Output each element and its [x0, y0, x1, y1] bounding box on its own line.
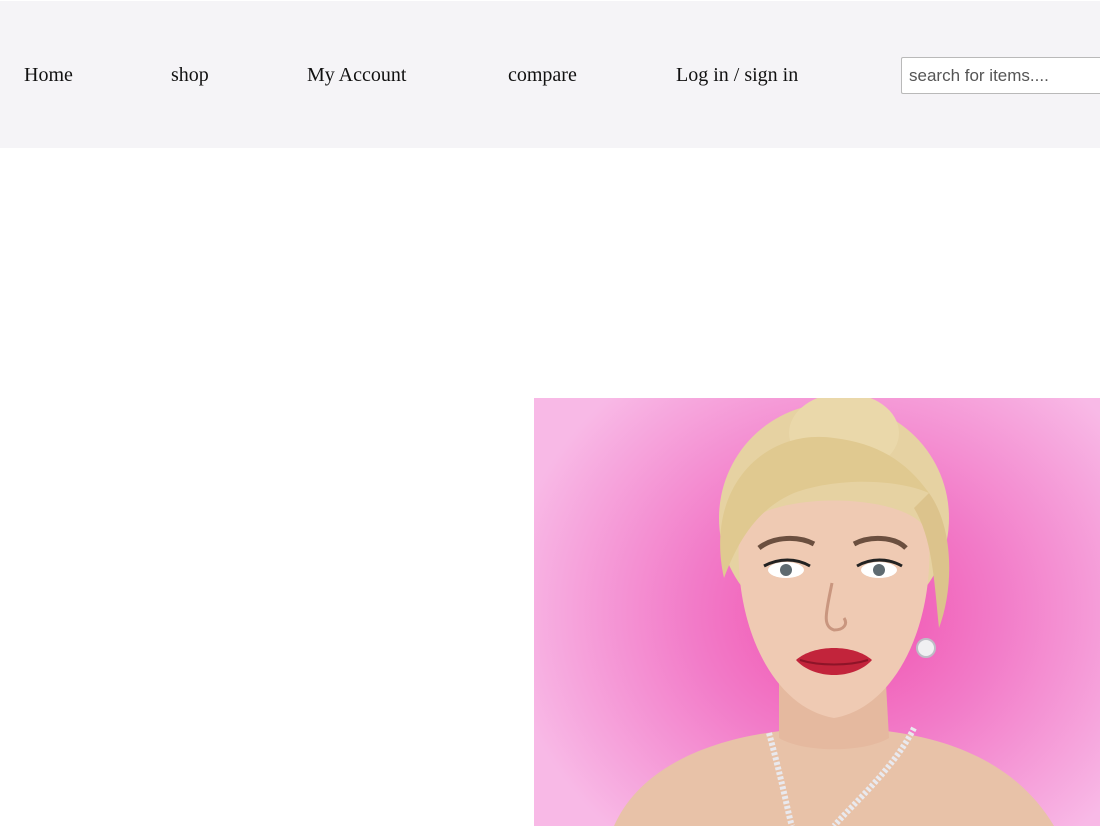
search-input[interactable]	[901, 57, 1100, 94]
nav-link-home[interactable]: Home	[24, 62, 73, 88]
nav-link-login-signin[interactable]: Log in / sign in	[676, 62, 798, 88]
nav-link-my-account[interactable]: My Account	[307, 62, 406, 88]
nav-link-compare[interactable]: compare	[508, 62, 577, 88]
hero-portrait-image	[534, 398, 1100, 826]
portrait-illustration	[614, 398, 1054, 826]
nav-link-shop[interactable]: shop	[171, 62, 209, 88]
top-navbar: Home shop My Account compare Log in / si…	[0, 1, 1100, 148]
